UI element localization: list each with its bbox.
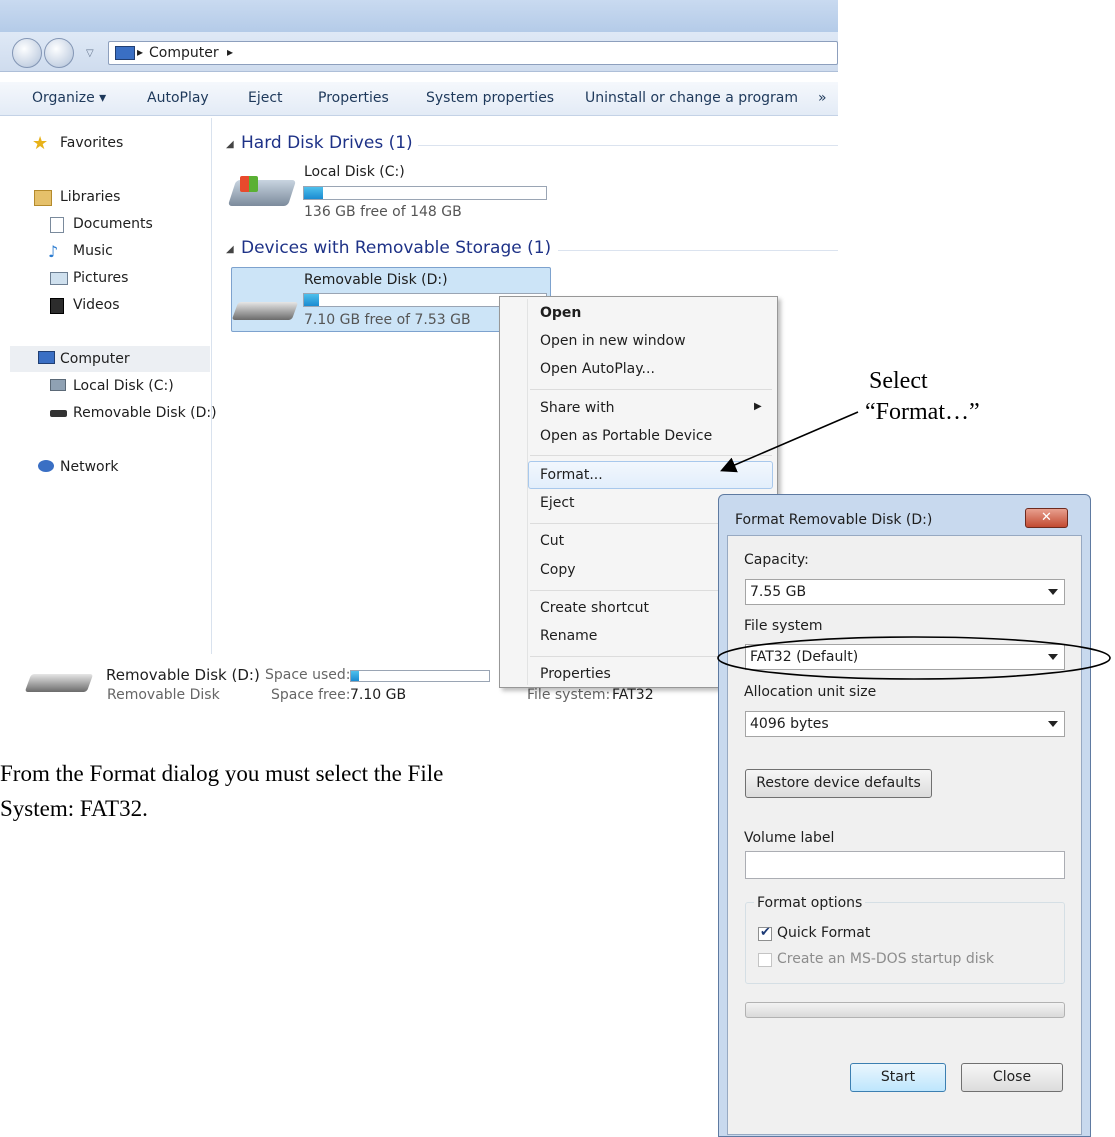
- caption-text: From the Format dialog you must select t…: [0, 761, 444, 821]
- annotation-overlay: [717, 411, 1111, 680]
- annotation-select-line2: “Format…”: [865, 399, 980, 425]
- annotation-arrow: [720, 411, 859, 473]
- annotation-select-line1: Select: [869, 368, 928, 394]
- file-system-highlight-ellipse: [717, 636, 1111, 680]
